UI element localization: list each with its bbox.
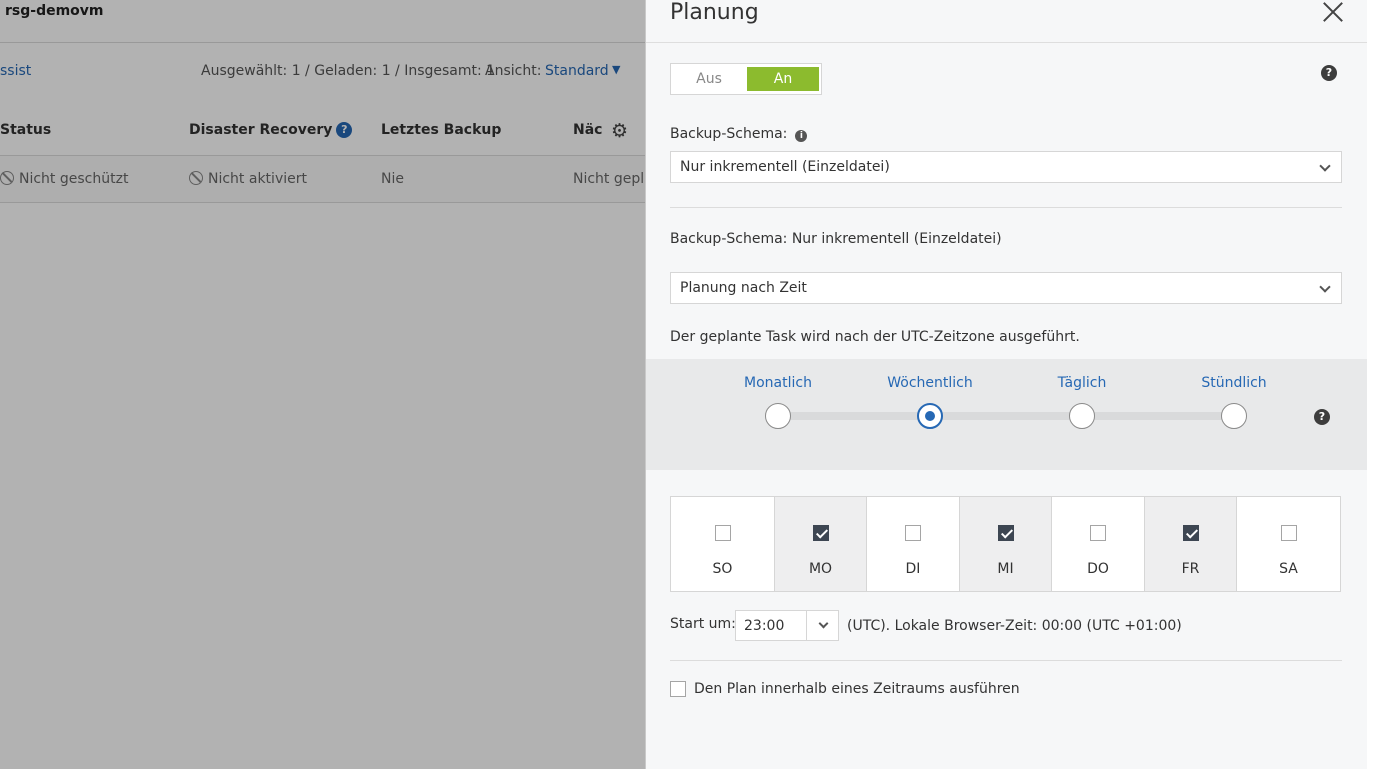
day-checkbox[interactable] (905, 525, 921, 541)
frequency-option-weekly[interactable] (917, 403, 943, 429)
frequency-label-weekly[interactable]: Wöchentlich (887, 375, 972, 391)
divider (670, 207, 1342, 208)
frequency-label-monthly[interactable]: Monatlich (744, 375, 812, 391)
start-time-label: Start um: (670, 616, 736, 632)
period-checkbox-label[interactable]: Den Plan innerhalb eines Zeitraums ausfü… (694, 681, 1020, 697)
day-sunday[interactable]: SO (671, 497, 775, 591)
day-checkbox[interactable] (1182, 525, 1199, 541)
backup-scheme-select[interactable]: Nur inkrementell (Einzeldatei) (670, 151, 1342, 183)
weekday-selector: SO MO DI MI DO FR SA (670, 496, 1341, 592)
modal-overlay[interactable] (0, 0, 645, 769)
day-checkbox[interactable] (1280, 525, 1297, 541)
info-icon[interactable]: i (795, 130, 808, 142)
day-checkbox[interactable] (997, 525, 1014, 541)
schedule-drawer: Planung Aus An ? Backup-Schema: i Nur ink… (645, 0, 1368, 769)
day-checkbox[interactable] (1090, 525, 1106, 541)
toggle-off-option[interactable]: Aus (671, 64, 747, 94)
help-icon[interactable]: ? (1314, 409, 1330, 425)
toggle-on-option[interactable]: An (747, 67, 819, 91)
chevron-down-icon (1319, 281, 1331, 293)
timezone-note: Der geplante Task wird nach der UTC-Zeit… (670, 329, 1080, 345)
schedule-type-select[interactable]: Planung nach Zeit (670, 272, 1342, 304)
day-tuesday[interactable]: DI (867, 497, 960, 591)
chevron-down-icon (1319, 160, 1331, 172)
day-checkbox[interactable] (812, 525, 829, 541)
window-edge (1367, 0, 1377, 769)
day-thursday[interactable]: DO (1052, 497, 1145, 591)
day-wednesday[interactable]: MI (960, 497, 1052, 591)
frequency-slider-track[interactable] (778, 412, 1234, 420)
close-icon[interactable] (1322, 0, 1344, 22)
frequency-option-hourly[interactable] (1221, 403, 1247, 429)
period-checkbox[interactable] (670, 681, 686, 697)
scheme-label: Backup-Schema: i (670, 126, 808, 142)
day-monday[interactable]: MO (775, 497, 867, 591)
frequency-panel: Monatlich Wöchentlich Täglich Stündlich … (646, 359, 1368, 470)
scheme-summary: Backup-Schema: Nur inkrementell (Einzeld… (670, 231, 1002, 247)
day-checkbox[interactable] (714, 525, 731, 541)
drawer-header: Planung (646, 0, 1368, 43)
local-time-note: (UTC). Lokale Browser-Zeit: 00:00 (UTC +… (847, 618, 1182, 634)
start-time-select[interactable]: 23:00 (735, 610, 839, 641)
frequency-label-hourly[interactable]: Stündlich (1201, 375, 1266, 391)
frequency-option-monthly[interactable] (765, 403, 791, 429)
frequency-label-daily[interactable]: Täglich (1058, 375, 1107, 391)
divider (670, 660, 1342, 661)
help-icon[interactable]: ? (1321, 65, 1337, 81)
schedule-toggle[interactable]: Aus An (670, 63, 822, 95)
day-saturday[interactable]: SA (1237, 497, 1340, 591)
frequency-option-daily[interactable] (1069, 403, 1095, 429)
day-friday[interactable]: FR (1145, 497, 1237, 591)
drawer-title: Planung (670, 0, 759, 25)
chevron-down-icon[interactable] (818, 618, 829, 629)
